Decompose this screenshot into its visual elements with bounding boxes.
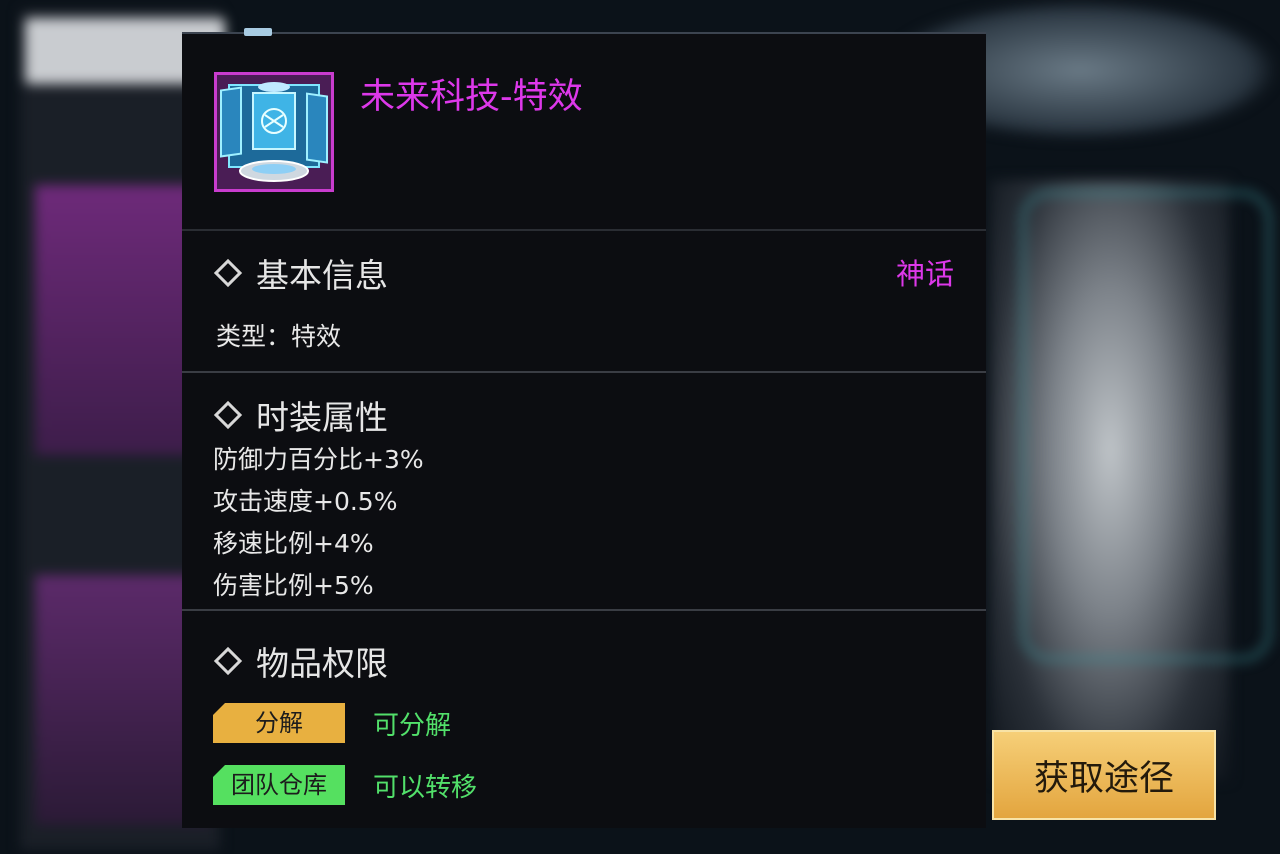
item-type-text: 类型：特效 xyxy=(216,322,342,351)
diamond-icon xyxy=(213,400,243,430)
item-tooltip-panel: 未来科技-特效 基本信息 神话 类型：特效 时装属性 防御力百分比+3% 攻击速… xyxy=(182,28,986,828)
item-header: 未来科技-特效 xyxy=(182,34,986,231)
stat-line: 伤害比例+5% xyxy=(213,571,374,600)
basic-info-title: 基本信息 xyxy=(256,256,388,295)
basic-info-heading: 基本信息 xyxy=(213,249,388,297)
stat-list: 防御力百分比+3% 攻击速度+0.5% 移速比例+4% 伤害比例+5% xyxy=(213,439,424,607)
permissions-section: 物品权限 分解 可分解 团队仓库 可以转移 xyxy=(182,611,986,828)
stat-line: 移速比例+4% xyxy=(213,529,374,558)
attributes-title: 时装属性 xyxy=(256,398,388,437)
decompose-tag: 分解 xyxy=(213,703,345,743)
diamond-icon xyxy=(213,258,243,288)
obtain-method-button[interactable]: 获取途径 xyxy=(992,730,1216,820)
team-storage-value: 可以转移 xyxy=(373,772,478,803)
team-storage-tag: 团队仓库 xyxy=(213,765,345,805)
attributes-section: 时装属性 防御力百分比+3% 攻击速度+0.5% 移速比例+4% 伤害比例+5% xyxy=(182,373,986,611)
tech-portal-icon xyxy=(214,72,334,192)
stat-line: 防御力百分比+3% xyxy=(213,445,424,474)
diamond-icon xyxy=(213,646,243,676)
permission-row-team-storage: 团队仓库 可以转移 xyxy=(213,765,477,805)
basic-info-section: 基本信息 神话 类型：特效 xyxy=(182,231,986,373)
permissions-heading: 物品权限 xyxy=(213,637,388,685)
rarity-label: 神话 xyxy=(895,257,954,291)
attributes-heading: 时装属性 xyxy=(213,391,388,439)
decompose-value: 可分解 xyxy=(373,710,452,741)
permissions-title: 物品权限 xyxy=(256,644,388,683)
permission-row-decompose: 分解 可分解 xyxy=(213,703,451,743)
stat-line: 攻击速度+0.5% xyxy=(213,487,398,516)
item-name: 未来科技-特效 xyxy=(360,77,583,117)
